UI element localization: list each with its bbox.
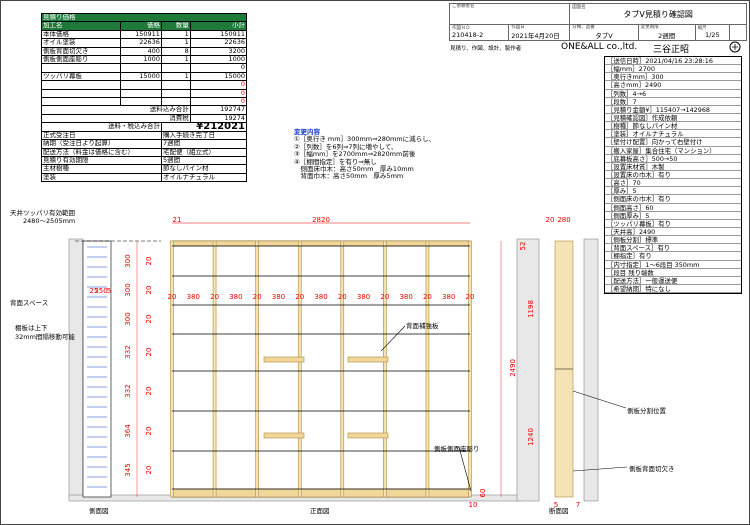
bottom-dimension: 7 xyxy=(576,501,580,509)
board-dimension: 20 xyxy=(380,293,389,301)
board-dimension: 20 xyxy=(145,315,153,324)
wall-hatch xyxy=(516,238,540,502)
height-dimension: 2490 xyxy=(509,359,517,377)
front-view-label: 正面図 xyxy=(310,507,330,515)
ceiling-range: 2480～2505mm xyxy=(23,217,76,225)
side-dimension: 250 xyxy=(94,287,107,295)
vertical-board xyxy=(170,240,174,498)
leader-line xyxy=(572,466,628,472)
depth-dimension: 280 xyxy=(557,216,570,224)
col-dimension: 380 xyxy=(399,293,412,301)
depth-dimension: 20 xyxy=(546,216,555,224)
bottom-dimension: 10 xyxy=(469,501,478,509)
col-dimension: 380 xyxy=(272,293,285,301)
board-dimension: 20 xyxy=(145,286,153,295)
vertical-board xyxy=(425,240,430,498)
board-dimension: 20 xyxy=(338,293,347,301)
vertical-board xyxy=(468,240,472,498)
width-dimension: 2820 xyxy=(312,216,330,224)
drawing-sheet: 見積り価格 加工名 価格 数量 小計 本体価格 150911 1 150911 オイル塗装 2263… xyxy=(0,0,750,525)
shelf-note-2: 32mm間隔移動可能 xyxy=(15,333,75,341)
wall-hatch xyxy=(583,238,599,502)
board-dimension: 20 xyxy=(168,293,177,301)
row-dimension: 345 xyxy=(124,463,132,476)
reinforce-board xyxy=(347,432,389,439)
row-dimension: 300 xyxy=(124,312,132,325)
side-recess-label: 側板側面座彫り xyxy=(434,445,480,453)
wall-hatch xyxy=(68,238,84,498)
board-dimension: 20 xyxy=(253,293,262,301)
reinforce-board xyxy=(263,432,305,439)
rear-notch-label: 側板背面切欠き xyxy=(629,465,675,473)
vertical-board xyxy=(297,240,302,498)
side-dimension: 5 xyxy=(107,287,111,295)
section-view-label: 断面図 xyxy=(549,507,569,515)
row-dimension: 364 xyxy=(124,424,132,438)
row-dimension: 332 xyxy=(124,384,132,397)
split-dimension: 1240 xyxy=(527,428,535,446)
bottom-rail xyxy=(171,488,471,498)
side-frame xyxy=(82,240,112,498)
board-dimension: 20 xyxy=(145,387,153,396)
col-dimension: 380 xyxy=(229,293,242,301)
top-rail xyxy=(171,240,471,247)
board-dimension: 20 xyxy=(145,257,153,266)
board-dimension: 20 xyxy=(210,293,219,301)
split-dimension: 1198 xyxy=(527,300,535,318)
board-dimension: 20 xyxy=(145,427,153,436)
vertical-board xyxy=(212,240,217,498)
vertical-board xyxy=(383,240,387,498)
side-view-label: 側面図 xyxy=(89,507,109,515)
col-dimension: 380 xyxy=(442,293,455,301)
col-dimension: 380 xyxy=(314,293,327,301)
side-split-label: 側板分割位置 xyxy=(627,407,666,415)
bottom-dimension: 60 xyxy=(479,489,487,498)
row-dimension: 332 xyxy=(124,345,132,358)
drawing-svg: 282021380 380 380 380 380 380 38020 20 20 20 20 20 2… xyxy=(68,216,628,509)
gap-dimension: 21 xyxy=(173,216,182,224)
board-dimension: 20 xyxy=(423,293,432,301)
col-dimension: 380 xyxy=(187,293,200,301)
front-frame xyxy=(171,240,471,498)
back-space-label: 背面スペース xyxy=(10,299,49,307)
board-dimension: 20 xyxy=(466,293,475,301)
board-dimension: 20 xyxy=(145,348,153,357)
reinforce-board xyxy=(263,356,305,363)
row-dimension: 300 xyxy=(124,254,132,267)
vertical-board xyxy=(340,240,345,498)
col-dimension: 380 xyxy=(357,293,370,301)
top-dimension: 52 xyxy=(519,242,527,251)
vertical-board xyxy=(255,240,259,498)
row-dimension: 300 xyxy=(124,283,132,296)
board-dimension: 20 xyxy=(295,293,304,301)
rear-reinforce-label: 背面補強板 xyxy=(406,322,439,330)
reinforce-board xyxy=(347,356,389,363)
board-dimension: 20 xyxy=(145,466,153,475)
leader-line xyxy=(572,390,627,409)
